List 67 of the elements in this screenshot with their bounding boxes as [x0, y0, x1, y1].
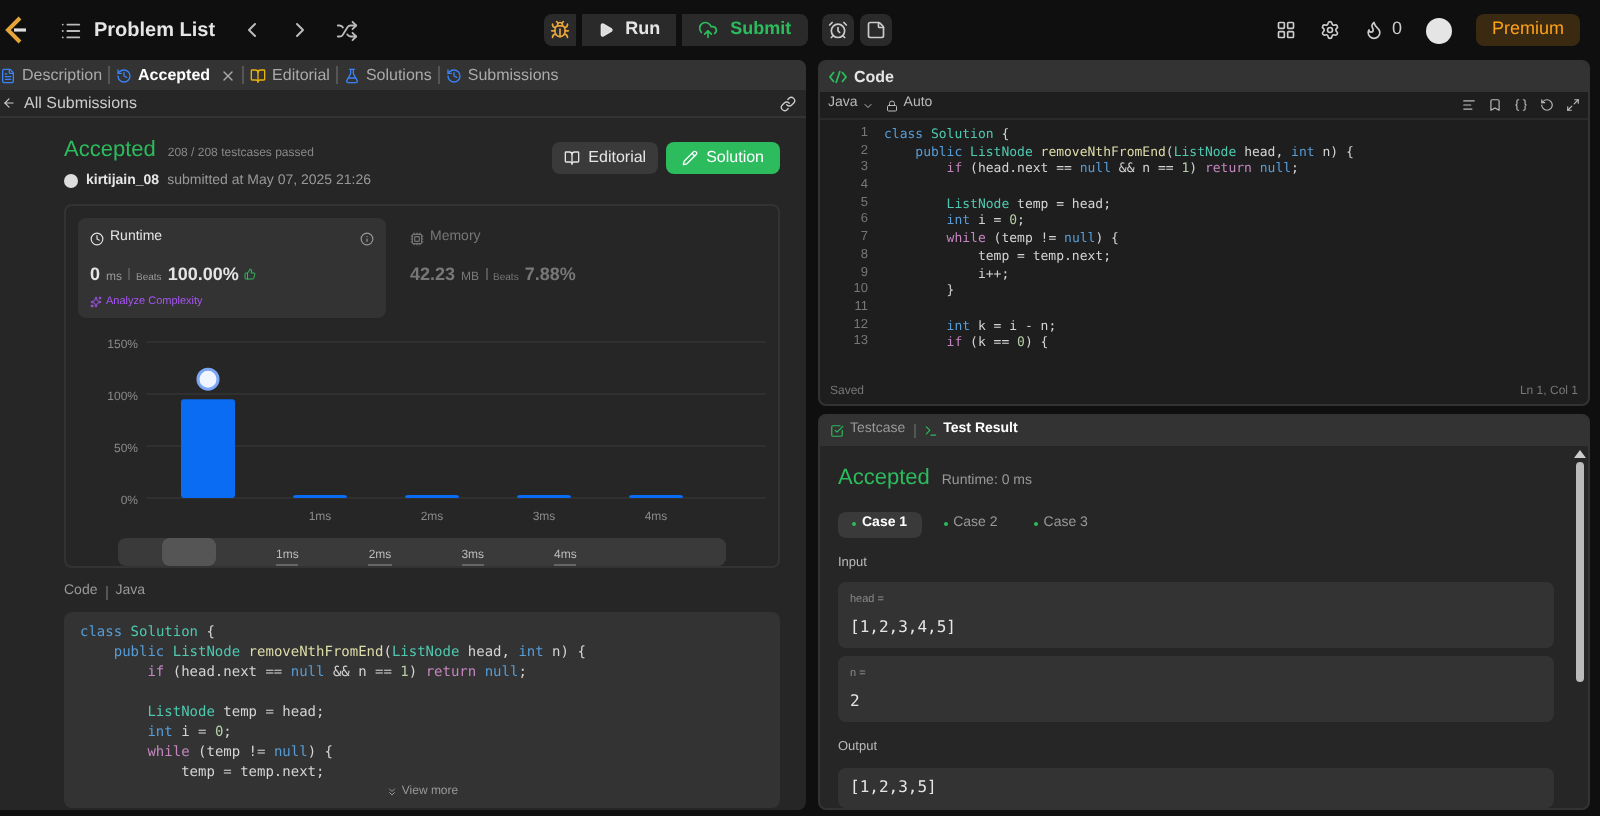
- user-avatar: [64, 174, 78, 189]
- note-icon: [865, 20, 886, 40]
- back-arrow-icon[interactable]: [2, 96, 16, 110]
- streak-count: 0: [1391, 16, 1402, 43]
- play-icon: [597, 22, 614, 38]
- editorial-button[interactable]: Editorial: [552, 142, 659, 174]
- double-chevron-down-icon: [385, 786, 398, 798]
- panel-tab[interactable]: Solutions: [343, 63, 432, 87]
- sparkle-icon: [90, 296, 102, 309]
- avatar[interactable]: [1425, 17, 1452, 43]
- cloud-upload-icon: [698, 20, 719, 40]
- settings-icon[interactable]: [1319, 20, 1340, 40]
- all-submissions-link[interactable]: All Submissions: [24, 91, 137, 115]
- book-icon: [564, 150, 581, 166]
- panel-tab[interactable]: Description: [0, 63, 103, 87]
- flame-icon[interactable]: [1363, 20, 1384, 40]
- grid-icon[interactable]: [1275, 20, 1296, 40]
- list-icon[interactable]: [60, 19, 82, 41]
- format-icon[interactable]: [1462, 98, 1476, 112]
- link-icon[interactable]: [780, 95, 796, 111]
- chevron-down-icon: [861, 99, 874, 111]
- premium-button[interactable]: Premium: [1475, 14, 1580, 46]
- terminal-icon: [923, 424, 938, 438]
- histogram-bar: [181, 399, 235, 498]
- thumbs-up-icon: [244, 267, 257, 279]
- status-title: Accepted: [64, 136, 156, 166]
- panel-tab[interactable]: Submissions: [445, 63, 559, 87]
- notes-button[interactable]: [859, 14, 892, 46]
- tab-icon: [0, 67, 16, 83]
- shuffle-icon[interactable]: [335, 19, 358, 41]
- run-button[interactable]: Run: [581, 14, 677, 46]
- pencil-icon: [682, 150, 699, 166]
- panel-title: Code: [854, 65, 894, 89]
- result-status: Accepted: [838, 464, 930, 494]
- reset-icon[interactable]: [1540, 98, 1554, 112]
- panel-tab[interactable]: Editorial: [250, 63, 330, 87]
- problem-list-link[interactable]: Problem List: [94, 15, 216, 45]
- param-value: 2: [850, 689, 862, 713]
- current-marker: [196, 367, 220, 391]
- timer-button[interactable]: [821, 14, 854, 46]
- output-value-box: [1,2,3,5]: [838, 768, 1554, 808]
- lock-icon: [885, 99, 898, 111]
- code-icon: [828, 70, 848, 84]
- close-icon[interactable]: [220, 67, 237, 83]
- alarm-clock-icon: [827, 20, 848, 40]
- braces-icon[interactable]: [1514, 98, 1528, 112]
- clock-icon: [90, 231, 104, 246]
- tab-icon: [250, 67, 267, 83]
- range-selector-handle[interactable]: [162, 538, 216, 566]
- memory-value: 42.23: [410, 261, 456, 287]
- memory-icon: [410, 231, 424, 246]
- info-icon[interactable]: [360, 231, 374, 246]
- logo-icon[interactable]: [4, 16, 28, 44]
- submit-button[interactable]: Submit: [682, 14, 808, 46]
- param-value: [1,2,3,4,5]: [850, 615, 958, 639]
- panel-tab[interactable]: Accepted: [116, 63, 237, 87]
- tab-icon: [445, 67, 462, 83]
- tab-icon: [116, 67, 133, 83]
- bug-icon: [549, 20, 570, 40]
- tab-icon: [343, 67, 360, 83]
- expand-icon[interactable]: [1566, 98, 1580, 112]
- debug-button[interactable]: [543, 14, 576, 46]
- runtime-beats: 100.00%: [167, 261, 239, 287]
- bookmark-icon[interactable]: [1488, 98, 1502, 112]
- runtime-value: 0: [90, 261, 101, 287]
- checkbox-icon: [830, 424, 844, 438]
- memory-beats: 7.88%: [524, 261, 576, 287]
